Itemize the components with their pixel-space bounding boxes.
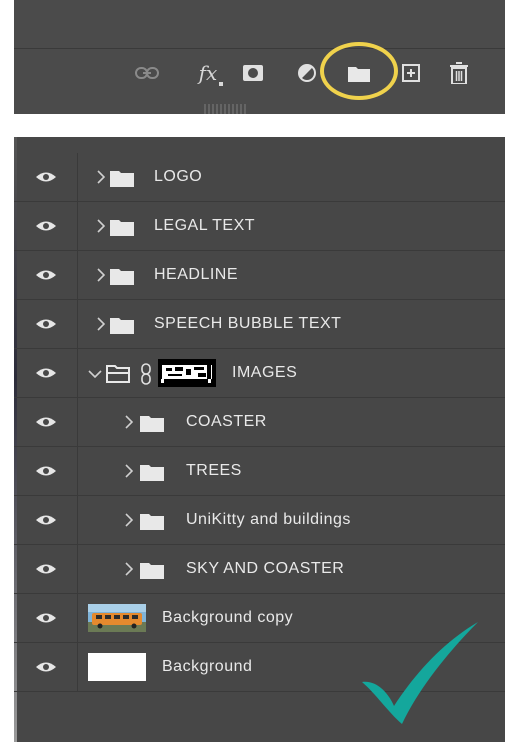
folder-icon bbox=[140, 465, 164, 481]
layer-name: Background bbox=[162, 658, 253, 675]
layer-row-trees[interactable]: TREES bbox=[14, 447, 505, 496]
layer-row-unikitty-and-buildings[interactable]: UniKitty and buildings bbox=[14, 496, 505, 545]
chevron-right-icon[interactable] bbox=[122, 511, 136, 529]
chevron-right-icon[interactable] bbox=[122, 462, 136, 480]
chevron-right-icon[interactable] bbox=[122, 560, 136, 578]
new-group-folder-icon[interactable] bbox=[346, 60, 372, 86]
open-folder-icon bbox=[106, 365, 130, 383]
visibility-eye-icon[interactable] bbox=[14, 153, 78, 201]
folder-icon bbox=[140, 416, 164, 432]
layer-name: SPEECH BUBBLE TEXT bbox=[154, 315, 342, 332]
fx-dropdown-dot bbox=[219, 82, 223, 86]
layer-name: TREES bbox=[186, 462, 242, 479]
layer-name: LEGAL TEXT bbox=[154, 217, 256, 234]
layer-name: LOGO bbox=[154, 168, 203, 185]
chevron-right-icon[interactable] bbox=[94, 315, 108, 333]
chain-link-icon[interactable] bbox=[140, 363, 152, 385]
chevron-right-icon[interactable] bbox=[94, 266, 108, 284]
folder-icon bbox=[110, 220, 134, 236]
layer-row-images[interactable]: IMAGES bbox=[14, 349, 505, 398]
white-thumbnail[interactable] bbox=[88, 653, 146, 681]
visibility-eye-icon[interactable] bbox=[14, 545, 78, 593]
layer-row-legal-text[interactable]: LEGAL TEXT bbox=[14, 202, 505, 251]
chevron-right-icon[interactable] bbox=[122, 413, 136, 431]
checkmark-icon bbox=[362, 622, 478, 724]
visibility-eye-icon[interactable] bbox=[14, 202, 78, 250]
visibility-eye-icon[interactable] bbox=[14, 398, 78, 446]
mask-icon[interactable] bbox=[240, 60, 266, 86]
layer-row-speech-bubble-text[interactable]: SPEECH BUBBLE TEXT bbox=[14, 300, 505, 349]
link-icon[interactable] bbox=[134, 60, 160, 86]
chevron-right-icon[interactable] bbox=[94, 168, 108, 186]
visibility-eye-icon[interactable] bbox=[14, 251, 78, 299]
layer-name: HEADLINE bbox=[154, 266, 239, 283]
layer-name: Background copy bbox=[162, 609, 294, 626]
chevron-down-icon[interactable] bbox=[87, 365, 103, 383]
trash-icon[interactable] bbox=[446, 60, 472, 86]
visibility-eye-icon[interactable] bbox=[14, 349, 78, 397]
toolbar-divider bbox=[14, 48, 505, 49]
chevron-right-icon[interactable] bbox=[94, 217, 108, 235]
fx-icon[interactable]: fx bbox=[191, 60, 225, 86]
layer-row-coaster[interactable]: COASTER bbox=[14, 398, 505, 447]
image-thumbnail[interactable] bbox=[88, 604, 146, 632]
folder-icon bbox=[110, 318, 134, 334]
layer-row-headline[interactable]: HEADLINE bbox=[14, 251, 505, 300]
visibility-eye-icon[interactable] bbox=[14, 447, 78, 495]
scroll-grip[interactable] bbox=[204, 104, 248, 114]
layer-name: IMAGES bbox=[232, 364, 298, 381]
folder-icon bbox=[140, 563, 164, 579]
visibility-eye-icon[interactable] bbox=[14, 643, 78, 691]
visibility-eye-icon[interactable] bbox=[14, 300, 78, 348]
visibility-eye-icon[interactable] bbox=[14, 594, 78, 642]
layers-panel-toolbar: fx bbox=[14, 0, 505, 114]
adjustment-icon[interactable] bbox=[294, 60, 320, 86]
visibility-eye-icon[interactable] bbox=[14, 496, 78, 544]
folder-icon bbox=[140, 514, 164, 530]
new-layer-icon[interactable] bbox=[398, 60, 424, 86]
layer-name: SKY AND COASTER bbox=[186, 560, 345, 577]
layer-row-logo[interactable]: LOGO bbox=[14, 153, 505, 202]
folder-icon bbox=[110, 171, 134, 187]
fx-icon-label: fx bbox=[198, 61, 218, 85]
group-mask-thumbnail[interactable] bbox=[158, 359, 216, 387]
layer-name: COASTER bbox=[186, 413, 267, 430]
layer-row-sky-and-coaster[interactable]: SKY AND COASTER bbox=[14, 545, 505, 594]
folder-icon bbox=[110, 269, 134, 285]
layer-name: UniKitty and buildings bbox=[186, 511, 351, 528]
